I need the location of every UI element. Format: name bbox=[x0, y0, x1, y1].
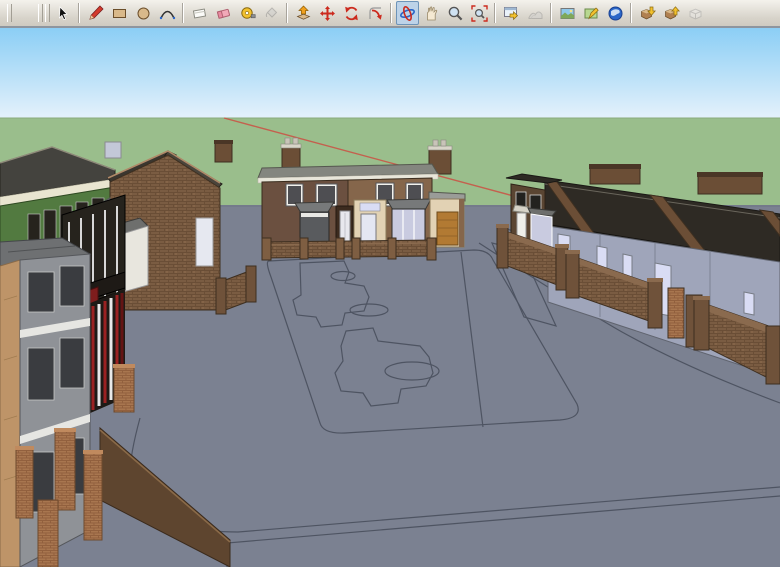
preview-in-google-earth-button[interactable] bbox=[604, 1, 627, 25]
paint-bucket-icon bbox=[263, 5, 280, 22]
tape-measure-icon bbox=[239, 5, 256, 22]
toolbar-separator bbox=[550, 3, 552, 23]
photo-icon bbox=[559, 5, 576, 22]
box-upload-icon bbox=[663, 5, 680, 22]
pencil-icon bbox=[87, 5, 104, 22]
select-arrow-icon bbox=[55, 5, 72, 22]
toolbar-group bbox=[395, 1, 491, 25]
toolbar-separator bbox=[286, 3, 288, 23]
pan-button[interactable] bbox=[420, 1, 443, 25]
toolbar-spacer bbox=[13, 0, 37, 26]
push-pull-icon bbox=[295, 5, 312, 22]
eraser-icon bbox=[215, 5, 232, 22]
get-current-view-button[interactable] bbox=[500, 1, 523, 25]
toolbar-grip[interactable] bbox=[38, 4, 43, 22]
push-pull-button[interactable] bbox=[292, 1, 315, 25]
move-arrows-icon bbox=[319, 5, 336, 22]
map-pencil-icon bbox=[583, 5, 600, 22]
circle-icon bbox=[135, 5, 152, 22]
box-outline-icon bbox=[687, 5, 704, 22]
toolbar-group bbox=[555, 1, 627, 25]
globe-icon bbox=[607, 5, 624, 22]
zoom-extents-button[interactable] bbox=[468, 1, 491, 25]
orbit-icon bbox=[399, 5, 416, 22]
component-icon bbox=[191, 5, 208, 22]
get-models-button[interactable] bbox=[636, 1, 659, 25]
toolbar-separator bbox=[630, 3, 632, 23]
toolbar-group bbox=[291, 1, 387, 25]
sketchup-window bbox=[0, 0, 780, 567]
offset-icon bbox=[367, 5, 384, 22]
toolbar-group bbox=[51, 1, 75, 25]
share-component-button bbox=[684, 1, 707, 25]
sky bbox=[0, 28, 780, 118]
toolbar-grip[interactable] bbox=[7, 4, 12, 22]
zoom-button[interactable] bbox=[444, 1, 467, 25]
model-viewport[interactable] bbox=[0, 28, 780, 567]
select-button[interactable] bbox=[52, 1, 75, 25]
rotate-button[interactable] bbox=[340, 1, 363, 25]
photo-textures-button[interactable] bbox=[556, 1, 579, 25]
rectangle-button[interactable] bbox=[108, 1, 131, 25]
line-button[interactable] bbox=[84, 1, 107, 25]
zoom-extents-icon bbox=[471, 5, 488, 22]
make-component-button[interactable] bbox=[188, 1, 211, 25]
toolbar-separator bbox=[182, 3, 184, 23]
arc-button[interactable] bbox=[156, 1, 179, 25]
rotate-icon bbox=[343, 5, 360, 22]
get-view-icon bbox=[503, 5, 520, 22]
magnifier-icon bbox=[447, 5, 464, 22]
orbit-button[interactable] bbox=[396, 1, 419, 25]
offset-button[interactable] bbox=[364, 1, 387, 25]
share-models-button[interactable] bbox=[660, 1, 683, 25]
toolbar-group bbox=[83, 1, 179, 25]
hand-icon bbox=[423, 5, 440, 22]
eraser-button[interactable] bbox=[212, 1, 235, 25]
terrain-icon bbox=[527, 5, 544, 22]
arc-icon bbox=[159, 5, 176, 22]
toolbar-separator bbox=[390, 3, 392, 23]
main-toolbar bbox=[0, 0, 780, 28]
paint-bucket-button bbox=[260, 1, 283, 25]
move-button[interactable] bbox=[316, 1, 339, 25]
toolbar-separator bbox=[494, 3, 496, 23]
add-location-button[interactable] bbox=[580, 1, 603, 25]
toolbar-group bbox=[187, 1, 283, 25]
box-download-icon bbox=[639, 5, 656, 22]
toolbar-grip[interactable] bbox=[45, 4, 50, 22]
toggle-terrain-button bbox=[524, 1, 547, 25]
toolbar-group bbox=[499, 1, 547, 25]
tape-measure-button[interactable] bbox=[236, 1, 259, 25]
rectangle-icon bbox=[111, 5, 128, 22]
toolbar-group bbox=[635, 1, 707, 25]
toolbar-separator bbox=[78, 3, 80, 23]
toolbar-groups bbox=[51, 1, 707, 25]
circle-button[interactable] bbox=[132, 1, 155, 25]
